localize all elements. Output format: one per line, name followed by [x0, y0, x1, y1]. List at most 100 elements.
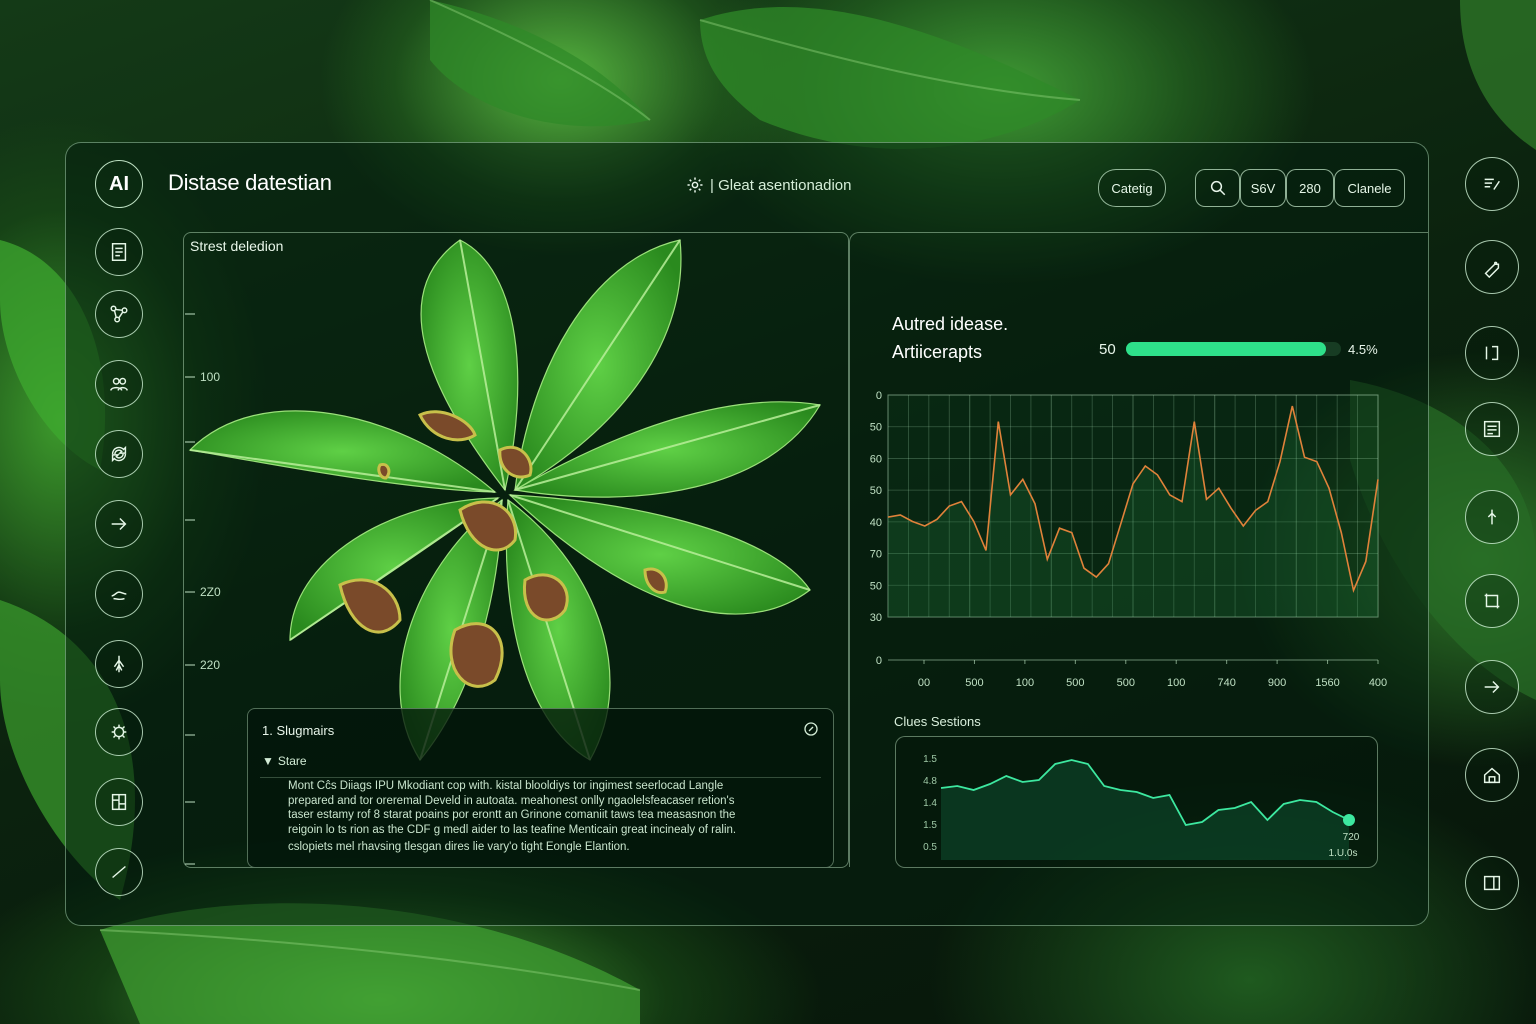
- end-label: 1.U.0s: [1329, 848, 1358, 859]
- summary-box: 1. Slugmairs ▼ Stare Mont Cĉs Diiags IPU…: [247, 708, 834, 868]
- expand-icon[interactable]: [803, 721, 819, 737]
- split-icon: [1485, 345, 1499, 361]
- metric-title-line: Artiicerapts: [892, 342, 983, 362]
- summary-body: Mont Cĉs Diiags IPU Mkodiant cop with. k…: [288, 779, 818, 855]
- rail-button-sync[interactable]: [95, 430, 143, 478]
- search-button[interactable]: [1195, 169, 1240, 207]
- summary-line: prepared and tor oreremal Develd in auto…: [288, 794, 735, 807]
- layout-icon: [1483, 875, 1501, 891]
- y-tick-label: 1.5: [923, 820, 937, 831]
- metric-progress-fill: [1126, 342, 1326, 356]
- y-tick-label: 0: [876, 390, 882, 402]
- metric-start-label: 50: [1099, 341, 1116, 358]
- arrow-right-icon: [111, 517, 127, 531]
- x-tick-label: 500: [1117, 677, 1135, 689]
- x-tick-label: 500: [965, 677, 983, 689]
- status-line: | Gleat asentionadion: [686, 176, 852, 194]
- x-tick-label: 900: [1268, 677, 1286, 689]
- y-tick-label: 1.5: [923, 754, 937, 765]
- report-icon: [1483, 420, 1501, 438]
- rail-button-arrow[interactable]: [95, 500, 143, 548]
- sessions-area-chart: 1.5 4.8 1.4 1.5 0.5 720 1.U.0s: [923, 754, 1360, 860]
- x-tick-label: 100: [1016, 677, 1034, 689]
- y-tick-label: 50: [870, 485, 882, 497]
- y-tick-label: 4.8: [923, 776, 937, 787]
- chevron-down-icon: ▼: [262, 754, 274, 768]
- ai-logo: AI: [95, 160, 143, 208]
- rail-button-split[interactable]: [1465, 326, 1519, 380]
- sync-icon: [111, 445, 127, 463]
- summary-line: taser estamy rof 8 starat poains por ero…: [288, 809, 736, 821]
- gear-icon: [687, 177, 703, 193]
- signal-line-chart: 050605040705030000 500 100 500 500 100 740 900 1…: [870, 390, 1387, 689]
- hand-icon: [111, 591, 127, 601]
- cancel-button[interactable]: Clanele: [1334, 169, 1405, 207]
- summary-title: 1. Slugmairs: [262, 723, 335, 738]
- rail-button-home[interactable]: [1465, 748, 1519, 802]
- rail-button-arrow-right[interactable]: [1465, 660, 1519, 714]
- document-icon: [111, 243, 127, 261]
- rail-button-check[interactable]: [95, 848, 143, 896]
- y-tick-label: 1.4: [923, 798, 937, 809]
- category-button[interactable]: Catetig: [1098, 169, 1166, 207]
- rail-button-layout[interactable]: [1465, 856, 1519, 910]
- series-end-marker: [1343, 814, 1355, 826]
- x-tick-label: 00: [918, 677, 930, 689]
- y-tick-label: 60: [870, 453, 882, 465]
- y-tick-label: 50: [870, 580, 882, 592]
- panels-icon: [111, 793, 127, 811]
- home-icon: [1483, 767, 1501, 784]
- metric-title: Autred idease. Artiicerapts: [892, 310, 1008, 366]
- check-icon: [112, 865, 126, 879]
- sessions-chart-title: Clues Sestions: [894, 714, 981, 729]
- y-tick-label: 0: [876, 655, 882, 667]
- search-icon: [1210, 180, 1225, 196]
- summary-line: reigoin lo ts rion as the CDF g medl aid…: [288, 823, 737, 836]
- metric-title-line: Autred idease.: [892, 314, 1009, 334]
- y-tick-label: 40: [870, 517, 882, 529]
- summary-subtitle[interactable]: ▼ Stare: [262, 754, 307, 768]
- compass-icon: [1487, 509, 1497, 525]
- x-tick-label: 100: [1167, 677, 1185, 689]
- list-edit-icon: [1484, 178, 1500, 190]
- rail-button-list-edit[interactable]: [1465, 157, 1519, 211]
- bug-icon: [111, 724, 127, 740]
- crop-icon: [1484, 593, 1500, 609]
- x-tick-label: 400: [1369, 677, 1387, 689]
- users-icon: [110, 377, 128, 391]
- summary-subtitle-text: Stare: [277, 754, 307, 768]
- tree-icon: [113, 655, 125, 673]
- end-label: 720: [1343, 832, 1360, 843]
- y-tick-label: 70: [870, 549, 882, 561]
- sov-button[interactable]: S6V: [1240, 169, 1286, 207]
- rail-button-document[interactable]: [95, 228, 143, 276]
- rail-button-users[interactable]: [95, 360, 143, 408]
- rail-button-compass[interactable]: [1465, 490, 1519, 544]
- summary-line: cslopiets mel rhavsing tlesgan dires lie…: [288, 841, 630, 853]
- metric-percent-label: 4.5%: [1348, 342, 1378, 357]
- rail-button-tree[interactable]: [95, 640, 143, 688]
- status-text: | Gleat asentionadion: [710, 176, 852, 194]
- diseased-leaf-image: [188, 239, 821, 762]
- series-area-fill: [941, 760, 1349, 860]
- rail-button-bug[interactable]: [95, 708, 143, 756]
- x-tick-label: 740: [1217, 677, 1235, 689]
- rail-button-panels[interactable]: [95, 778, 143, 826]
- summary-line: Mont Cĉs Diiags IPU Mkodiant cop with. k…: [288, 780, 724, 792]
- rail-button-report[interactable]: [1465, 402, 1519, 456]
- arrow-right-icon: [1484, 680, 1500, 694]
- app-title: Distase datestian: [168, 170, 332, 195]
- network-icon: [110, 305, 128, 323]
- rail-button-tag[interactable]: [1465, 240, 1519, 294]
- rail-button-crop[interactable]: [1465, 574, 1519, 628]
- metric-progress-bar: [1126, 342, 1341, 356]
- rail-button-hand[interactable]: [95, 570, 143, 618]
- x-tick-label: 500: [1066, 677, 1084, 689]
- rail-button-network[interactable]: [95, 290, 143, 338]
- y-tick-label: 0.5: [923, 842, 937, 853]
- tag-icon: [1484, 261, 1500, 278]
- count-button[interactable]: 280: [1286, 169, 1334, 207]
- y-tick-label: 50: [870, 422, 882, 434]
- y-tick-label: 30: [870, 612, 882, 624]
- divider: [260, 777, 821, 778]
